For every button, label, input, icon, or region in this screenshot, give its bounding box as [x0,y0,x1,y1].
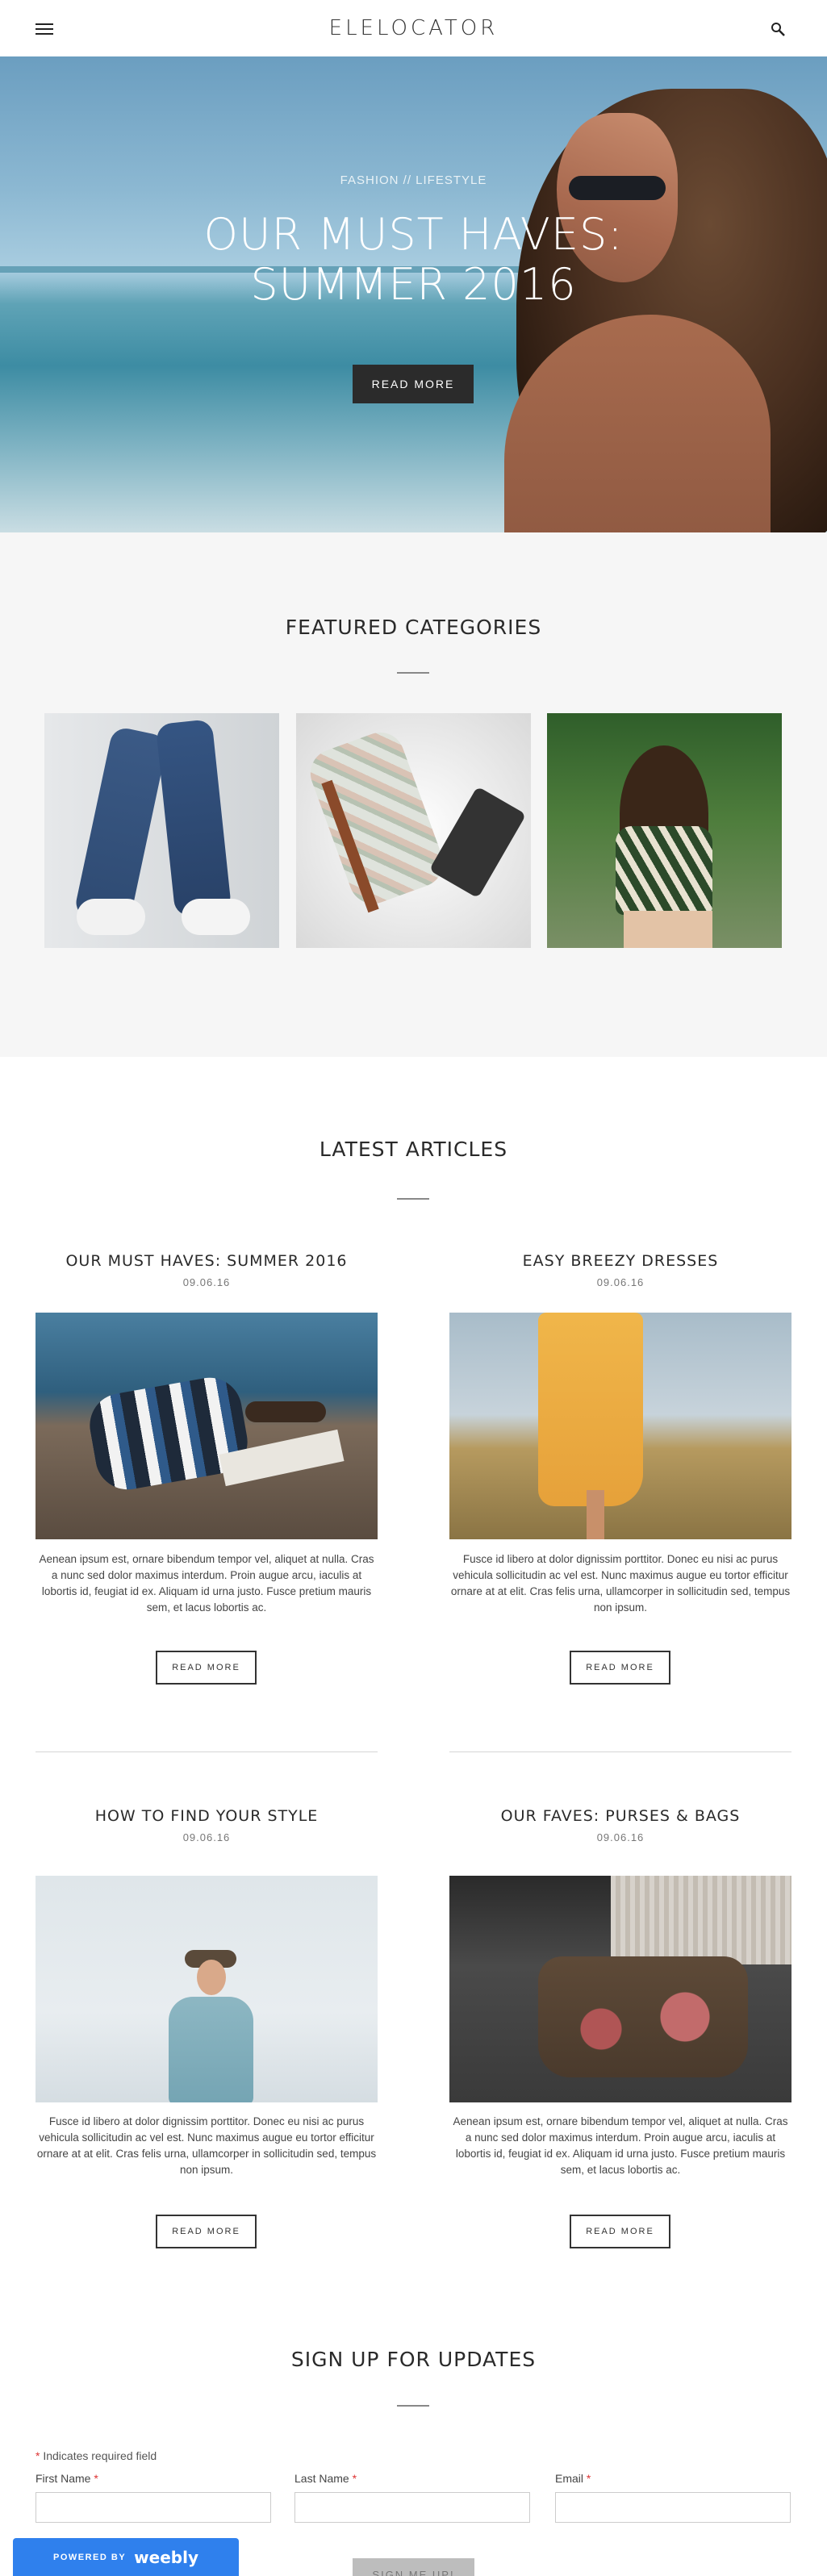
required-star: * [94,2472,98,2485]
weebly-logo: weebly [134,2547,198,2567]
article-title[interactable]: OUR FAVES: PURSES & BAGS [449,1807,791,1825]
article-image[interactable] [449,1313,791,1539]
article-date: 09.06.16 [596,1276,645,1288]
hero-read-more-button[interactable]: READ MORE [353,365,474,403]
article-date: 09.06.16 [596,1831,645,1843]
email-label: Email * [555,2472,591,2485]
email-label-text: Email [555,2472,584,2485]
first-name-label: First Name * [36,2472,98,2485]
article-read-more-button[interactable]: READ MORE [156,1651,257,1685]
article-divider [36,1751,378,1752]
article-divider [449,1751,791,1752]
article-read-more-button[interactable]: READ MORE [156,2215,257,2248]
category-card-outdoor[interactable] [547,713,782,948]
required-field-note: * Indicates required field [36,2449,157,2462]
category-card-jeans[interactable] [44,713,279,948]
signup-title-rule [397,2405,429,2407]
article-title[interactable]: OUR MUST HAVES: SUMMER 2016 [36,1252,378,1270]
email-input[interactable] [555,2492,791,2523]
hero-kicker: FASHION // LIFESTYLE [340,173,487,187]
article-date: 09.06.16 [182,1831,231,1843]
hero-title-line2: SUMMER 2016 [250,259,577,310]
article-title[interactable]: HOW TO FIND YOUR STYLE [36,1807,378,1825]
featured-categories-section: FEATURED CATEGORIES [0,532,827,1057]
article-image[interactable] [449,1876,791,2102]
hero-title-line1: OUR MUST HAVES: [203,209,624,260]
last-name-input[interactable] [294,2492,530,2523]
first-name-label-text: First Name [36,2472,91,2485]
powered-by-weebly-badge[interactable]: POWERED BY weebly [13,2538,239,2576]
article-excerpt: Aenean ipsum est, ornare bibendum tempor… [453,2115,788,2176]
article-date: 09.06.16 [182,1276,231,1288]
latest-articles-title: LATEST ARTICLES [319,1138,508,1161]
required-star: * [352,2472,357,2485]
last-name-label-text: Last Name [294,2472,349,2485]
featured-title: FEATURED CATEGORIES [285,616,542,639]
article-image[interactable] [36,1313,378,1539]
last-name-label: Last Name * [294,2472,357,2485]
latest-title-rule [397,1198,429,1200]
featured-title-rule [397,672,429,674]
search-icon[interactable] [771,22,787,38]
article-image[interactable] [36,1876,378,2102]
hamburger-menu-icon[interactable] [36,23,53,35]
site-logo[interactable]: ELELOCATOR [329,16,499,40]
article-excerpt: Aenean ipsum est, ornare bibendum tempor… [39,1553,374,1614]
signup-title: SIGN UP FOR UPDATES [290,2348,537,2371]
required-star: * [586,2472,591,2485]
category-card-backpack[interactable] [296,713,531,948]
article-read-more-button[interactable]: READ MORE [570,1651,670,1685]
article-title[interactable]: EASY BREEZY DRESSES [449,1252,791,1270]
article-excerpt: Fusce id libero at dolor dignissim portt… [36,2115,377,2176]
article-excerpt: Fusce id libero at dolor dignissim portt… [450,1553,791,1614]
site-header: ELELOCATOR [0,0,827,56]
hero-banner: FASHION // LIFESTYLE OUR MUST HAVES: SUM… [0,56,827,532]
sign-me-up-button[interactable]: SIGN ME UP! [353,2558,474,2576]
required-star: * [36,2449,40,2462]
hero-title: OUR MUST HAVES: SUMMER 2016 [0,210,827,310]
first-name-input[interactable] [36,2492,271,2523]
powered-by-text: POWERED BY [52,2552,127,2562]
required-note-text: Indicates required field [43,2449,157,2462]
article-read-more-button[interactable]: READ MORE [570,2215,670,2248]
